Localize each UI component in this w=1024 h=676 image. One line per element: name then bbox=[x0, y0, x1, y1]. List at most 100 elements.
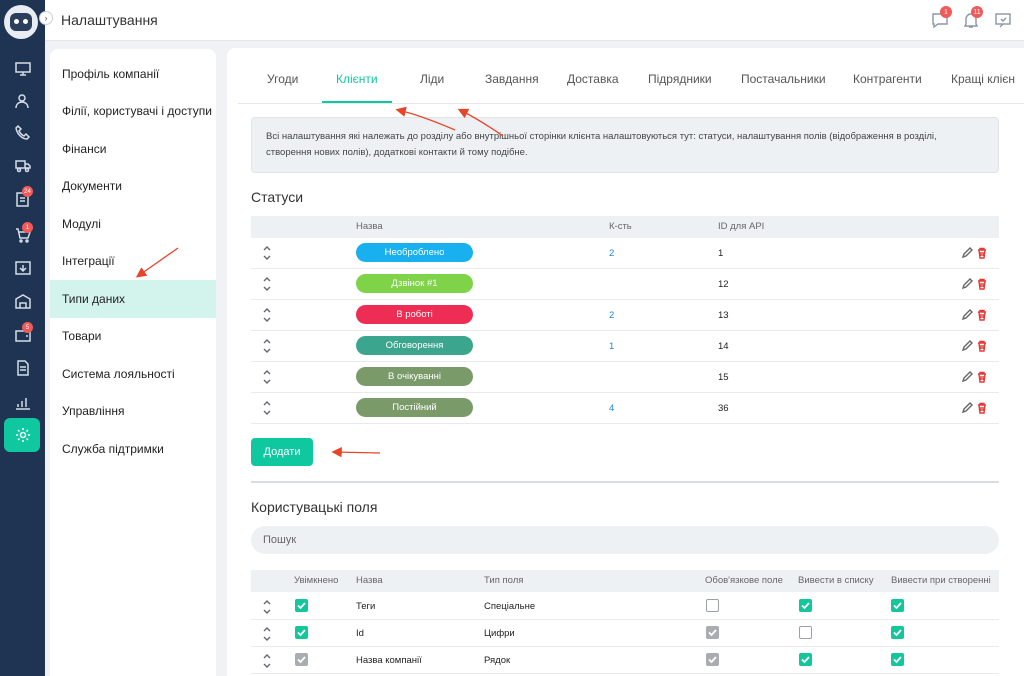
cart-icon[interactable]: 1 bbox=[0, 220, 45, 250]
drag-sort-icon[interactable] bbox=[263, 370, 271, 384]
page-title: Налаштування bbox=[61, 12, 158, 28]
status-count-link[interactable]: 4 bbox=[609, 393, 614, 424]
chat-icon[interactable]: 1 bbox=[931, 6, 952, 29]
required-checkbox[interactable] bbox=[706, 653, 719, 666]
warehouse-icon[interactable] bbox=[0, 286, 45, 316]
status-pill: В очікуванні bbox=[356, 367, 473, 386]
tab-tasks[interactable]: Завдання bbox=[485, 72, 539, 86]
tab-bar: Угоди Клієнти Ліди Завдання Доставка Під… bbox=[238, 48, 1024, 104]
tab-suppliers[interactable]: Постачальники bbox=[741, 72, 826, 86]
status-count-link[interactable]: 2 bbox=[609, 238, 614, 269]
robot-logo-icon[interactable] bbox=[4, 5, 38, 39]
edit-pencil-icon[interactable] bbox=[961, 278, 973, 290]
tab-leads[interactable]: Ліди bbox=[420, 72, 444, 86]
status-api-id: 12 bbox=[718, 279, 729, 290]
menu-item-modules[interactable]: Модулі bbox=[50, 205, 216, 243]
phone-icon[interactable] bbox=[0, 118, 45, 148]
tab-best-clients[interactable]: Кращі клієн bbox=[951, 72, 1015, 86]
delete-trash-icon[interactable] bbox=[976, 309, 988, 321]
status-pill: Постійний bbox=[356, 398, 473, 417]
in-list-checkbox[interactable] bbox=[799, 653, 812, 666]
tab-contractors[interactable]: Підрядники bbox=[648, 72, 712, 86]
drag-sort-icon[interactable] bbox=[263, 600, 271, 614]
menu-item-finance[interactable]: Фінанси bbox=[50, 130, 216, 168]
delete-trash-icon[interactable] bbox=[976, 402, 988, 414]
field-type: Цифри bbox=[484, 628, 515, 639]
drag-sort-icon[interactable] bbox=[263, 401, 271, 415]
drag-sort-icon[interactable] bbox=[263, 277, 271, 291]
menu-item-branches-users[interactable]: Філії, користувачі і доступи bbox=[50, 93, 216, 131]
required-checkbox[interactable] bbox=[706, 626, 719, 639]
menu-item-company-profile[interactable]: Профіль компанії bbox=[50, 55, 216, 93]
report-icon[interactable] bbox=[0, 353, 45, 383]
truck-icon[interactable] bbox=[0, 150, 45, 180]
drag-sort-icon[interactable] bbox=[263, 339, 271, 353]
enabled-checkbox[interactable] bbox=[295, 599, 308, 612]
active-tab-underline bbox=[322, 101, 392, 103]
field-name: Id bbox=[356, 628, 364, 639]
row-actions bbox=[961, 247, 991, 260]
status-row: В роботі 2 13 bbox=[251, 300, 999, 331]
wallet-icon[interactable]: 5 bbox=[0, 320, 45, 350]
row-actions bbox=[961, 402, 991, 415]
edit-pencil-icon[interactable] bbox=[961, 247, 973, 259]
contacts-icon[interactable] bbox=[0, 86, 45, 116]
tab-clients[interactable]: Клієнти bbox=[336, 72, 378, 86]
header-field-type: Тип поля bbox=[484, 575, 524, 586]
row-actions bbox=[961, 371, 991, 384]
on-create-checkbox[interactable] bbox=[891, 599, 904, 612]
menu-item-documents[interactable]: Документи bbox=[50, 168, 216, 206]
menu-item-data-types[interactable]: Типи даних bbox=[50, 280, 216, 318]
menu-item-support[interactable]: Служба підтримки bbox=[50, 430, 216, 468]
enabled-checkbox[interactable] bbox=[295, 626, 308, 639]
drag-sort-icon[interactable] bbox=[263, 246, 271, 260]
edit-pencil-icon[interactable] bbox=[961, 371, 973, 383]
in-list-checkbox[interactable] bbox=[799, 599, 812, 612]
status-pill: Обговорення bbox=[356, 336, 473, 355]
info-box: Всі налаштування які належать до розділу… bbox=[251, 117, 999, 173]
expand-rail-icon[interactable]: › bbox=[39, 11, 53, 25]
field-row: Теги Спеціальне bbox=[251, 593, 999, 620]
add-status-button[interactable]: Додати bbox=[251, 438, 313, 466]
header-on-create: Вивести при створенні bbox=[891, 575, 991, 586]
tab-deals[interactable]: Угоди bbox=[267, 72, 298, 86]
menu-item-products[interactable]: Товари bbox=[50, 318, 216, 356]
settings-gear-icon[interactable] bbox=[0, 418, 45, 452]
status-row: В очікуванні 15 bbox=[251, 362, 999, 393]
task-badge: 24 bbox=[22, 186, 33, 197]
edit-pencil-icon[interactable] bbox=[961, 402, 973, 414]
edit-pencil-icon[interactable] bbox=[961, 309, 973, 321]
fields-search-input[interactable] bbox=[251, 526, 999, 554]
in-list-checkbox[interactable] bbox=[799, 626, 812, 639]
status-api-id: 15 bbox=[718, 372, 729, 383]
edit-pencil-icon[interactable] bbox=[961, 340, 973, 352]
delete-trash-icon[interactable] bbox=[976, 340, 988, 352]
on-create-checkbox[interactable] bbox=[891, 626, 904, 639]
delete-trash-icon[interactable] bbox=[976, 247, 988, 259]
delete-trash-icon[interactable] bbox=[976, 278, 988, 290]
field-name: Назва компанії bbox=[356, 655, 422, 666]
drag-sort-icon[interactable] bbox=[263, 627, 271, 641]
status-count-link[interactable]: 1 bbox=[609, 331, 614, 362]
download-icon[interactable] bbox=[0, 253, 45, 283]
drag-sort-icon[interactable] bbox=[263, 654, 271, 668]
required-checkbox[interactable] bbox=[706, 599, 719, 612]
menu-item-loyalty[interactable]: Система лояльності bbox=[50, 355, 216, 393]
enabled-checkbox[interactable] bbox=[295, 653, 308, 666]
on-create-checkbox[interactable] bbox=[891, 653, 904, 666]
statuses-title: Статуси bbox=[251, 189, 304, 205]
field-row: Назва компанії Рядок bbox=[251, 647, 999, 674]
delete-trash-icon[interactable] bbox=[976, 371, 988, 383]
feedback-icon[interactable] bbox=[994, 11, 1012, 29]
tab-delivery[interactable]: Доставка bbox=[567, 72, 619, 86]
menu-item-integrations[interactable]: Інтеграції bbox=[50, 243, 216, 281]
row-actions bbox=[961, 278, 991, 291]
tab-counterparties[interactable]: Контрагенти bbox=[853, 72, 922, 86]
bell-icon[interactable]: 11 bbox=[962, 6, 983, 29]
menu-item-management[interactable]: Управління bbox=[50, 393, 216, 431]
task-icon[interactable]: 24 bbox=[0, 184, 45, 214]
status-count-link[interactable]: 2 bbox=[609, 300, 614, 331]
monitor-icon[interactable] bbox=[0, 54, 45, 84]
analytics-icon[interactable] bbox=[0, 387, 45, 417]
drag-sort-icon[interactable] bbox=[263, 308, 271, 322]
